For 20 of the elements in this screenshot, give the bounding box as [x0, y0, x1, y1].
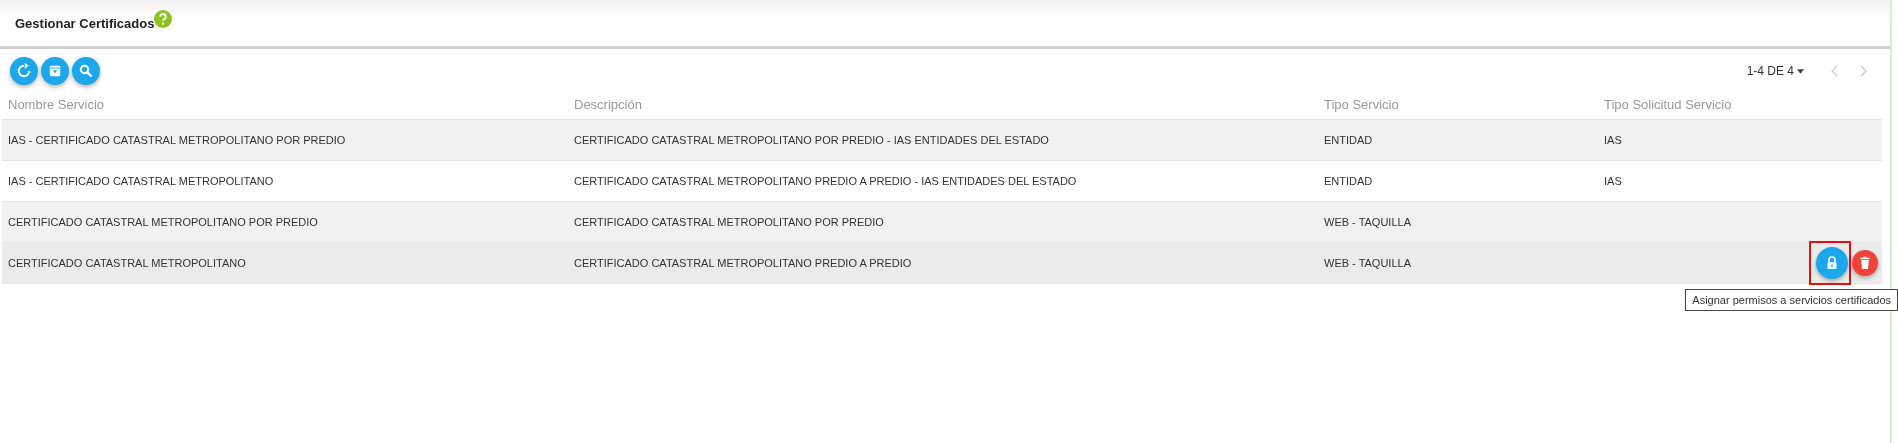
table-cell: CERTIFICADO CATASTRAL METROPOLITANO PREDIO A PREDIO: [574, 257, 912, 269]
table-row[interactable]: CERTIFICADO CATASTRAL METROPOLITANO CERTIFICADO CATASTRAL METROPOLITANO PREDIO A PREDIO WEB - TAQUILLA: [2, 243, 1882, 284]
table-cell: IAS - CERTIFICADO CATASTRAL METROPOLITANO: [8, 175, 274, 187]
tooltip: Asignar permisos a servicios certificados: [1685, 289, 1898, 311]
table-cell: CERTIFICADO CATASTRAL METROPOLITANO POR PREDIO: [8, 216, 318, 228]
table-row[interactable]: IAS - CERTIFICADO CATASTRAL METROPOLITANO POR PREDIO CERTIFICADO CATASTRAL METROPOLITANO POR PREDIO - IAS ENTIDADES DEL ESTADO ENTIDAD IAS: [2, 120, 1882, 161]
table-cell: IAS: [1604, 175, 1622, 187]
table-cell: IAS: [1604, 134, 1622, 146]
table-cell: WEB - TAQUILLA: [1324, 216, 1411, 228]
page-title: Gestionar Certificados: [15, 15, 155, 31]
table-cell: WEB - TAQUILLA: [1324, 257, 1411, 269]
table-cell: ENTIDAD: [1324, 175, 1373, 187]
table-cell: CERTIFICADO CATASTRAL METROPOLITANO POR PREDIO: [574, 216, 884, 228]
page-range-dropdown[interactable]: 1-4 DE 4: [1742, 62, 1808, 80]
table-cell: ENTIDAD: [1324, 134, 1373, 146]
table-cell: CERTIFICADO CATASTRAL METROPOLITANO: [8, 257, 246, 269]
table-cell: CERTIFICADO CATASTRAL METROPOLITANO PREDIO A PREDIO - IAS ENTIDADES DEL ESTADO: [574, 175, 1077, 187]
table-cell: CERTIFICADO CATASTRAL METROPOLITANO POR PREDIO - IAS ENTIDADES DEL ESTADO: [574, 134, 1049, 146]
table-cell: IAS - CERTIFICADO CATASTRAL METROPOLITANO POR PREDIO: [8, 134, 346, 146]
table-row[interactable]: CERTIFICADO CATASTRAL METROPOLITANO POR PREDIO CERTIFICADO CATASTRAL METROPOLITANO POR PREDIO WEB - TAQUILLA: [2, 202, 1882, 243]
